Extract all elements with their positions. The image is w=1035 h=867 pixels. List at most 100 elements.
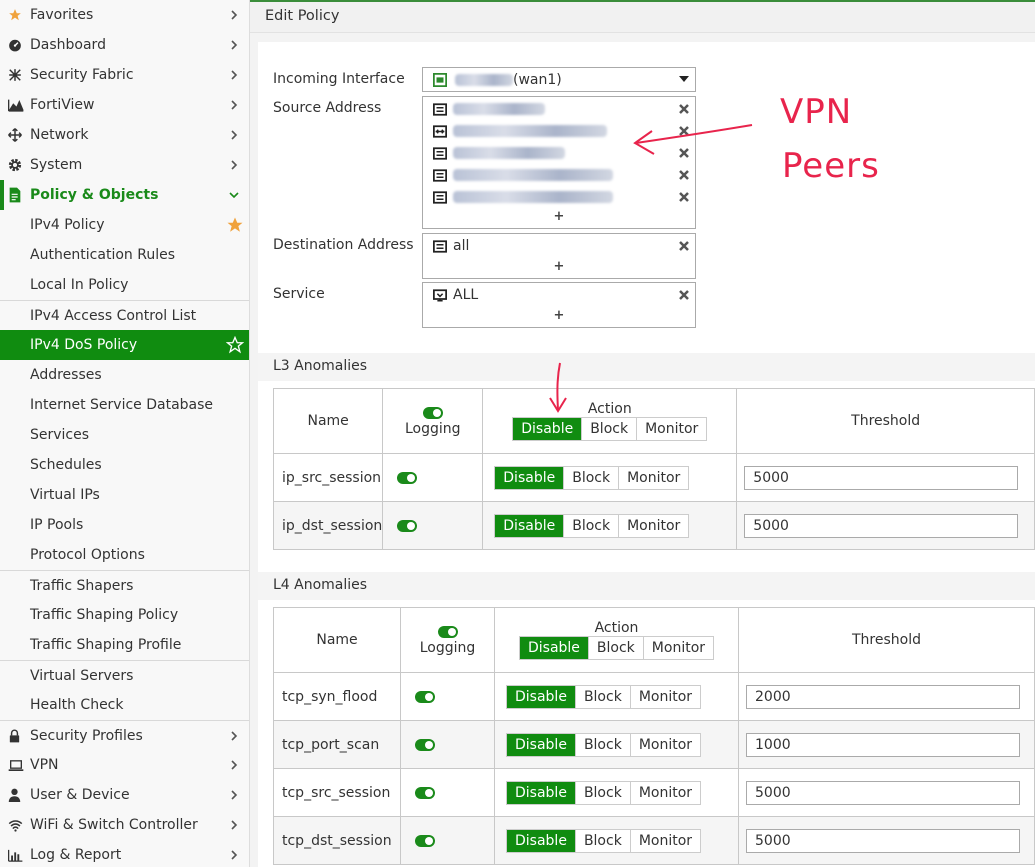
sidebar-item-services[interactable]: Services [0, 420, 249, 450]
section-title: L3 Anomalies [273, 358, 368, 374]
sidebar-item-ipv4-policy[interactable]: IPv4 Policy [0, 210, 249, 240]
add-destination-button[interactable]: + [423, 259, 695, 274]
close-icon[interactable] [678, 147, 690, 159]
close-icon[interactable] [678, 191, 690, 203]
sidebar-item-traffic-shaping-profile[interactable]: Traffic Shaping Profile [0, 630, 249, 660]
sidebar-item-favorites[interactable]: Favorites [0, 0, 249, 30]
close-icon[interactable] [678, 169, 690, 181]
sidebar-item-fortiview[interactable]: FortiView [0, 90, 249, 120]
monitor-option[interactable]: Monitor [629, 781, 701, 804]
service-field[interactable]: ALL + [422, 282, 696, 328]
disable-option[interactable]: Disable [507, 829, 575, 852]
threshold-input[interactable] [744, 513, 1019, 538]
monitor-option[interactable]: Monitor [618, 466, 689, 489]
column-header-action: Action Disable Block Monitor [494, 607, 739, 673]
close-icon[interactable] [678, 240, 690, 252]
disable-option[interactable]: Disable [513, 418, 582, 440]
star-outline-icon[interactable] [226, 336, 244, 354]
sidebar-item-vpn[interactable]: VPN [0, 750, 249, 780]
logging-toggle[interactable] [415, 786, 435, 799]
sidebar-item-ipv4-dos-policy[interactable]: IPv4 DoS Policy [0, 330, 249, 360]
logging-toggle[interactable] [415, 834, 435, 847]
sidebar-item-virtual-servers[interactable]: Virtual Servers [0, 660, 249, 690]
sidebar-item-dashboard[interactable]: Dashboard [0, 30, 249, 60]
sidebar-item-log-report[interactable]: Log & Report [0, 840, 249, 867]
sidebar-item-network[interactable]: Network [0, 120, 249, 150]
incoming-interface-select[interactable]: (wan1) [422, 67, 696, 92]
star-icon[interactable] [226, 216, 244, 234]
logging-toggle[interactable] [397, 471, 418, 484]
sidebar-item-protocol-options[interactable]: Protocol Options [0, 540, 249, 570]
disable-option[interactable]: Disable [507, 685, 575, 708]
block-option[interactable]: Block [574, 733, 630, 756]
block-option[interactable]: Block [563, 514, 619, 537]
disable-option[interactable]: Disable [495, 514, 564, 537]
sidebar-item-traffic-shapers[interactable]: Traffic Shapers [0, 570, 249, 600]
action-selector[interactable]: Disable Block Monitor [494, 465, 690, 490]
sidebar-nav: Favorites Dashboard Security Fabric Fort… [0, 0, 250, 867]
block-option[interactable]: Block [574, 781, 630, 804]
sidebar-item-label: Favorites [30, 7, 94, 23]
disable-option[interactable]: Disable [507, 781, 575, 804]
logging-toggle[interactable] [415, 738, 435, 751]
source-address-field[interactable]: + [422, 96, 696, 229]
block-option[interactable]: Block [581, 418, 637, 440]
action-selector-all[interactable]: Disable Block Monitor [518, 636, 715, 660]
action-selector[interactable]: Disable Block Monitor [506, 684, 702, 709]
threshold-input[interactable] [746, 828, 1020, 853]
action-selector-all[interactable]: Disable Block Monitor [512, 417, 708, 441]
action-label: Action [587, 401, 632, 417]
sidebar-item-ip-pools[interactable]: IP Pools [0, 510, 249, 540]
sidebar-item-virtual-ips[interactable]: Virtual IPs [0, 480, 249, 510]
threshold-input[interactable] [746, 780, 1020, 805]
monitor-option[interactable]: Monitor [636, 418, 707, 440]
destination-address-field[interactable]: all + [422, 233, 696, 279]
disable-option[interactable]: Disable [507, 733, 575, 756]
action-selector[interactable]: Disable Block Monitor [506, 828, 702, 853]
threshold-input[interactable] [746, 732, 1020, 757]
area-chart-icon [8, 98, 30, 112]
sidebar-item-schedules[interactable]: Schedules [0, 450, 249, 480]
close-icon[interactable] [678, 125, 690, 137]
close-icon[interactable] [678, 103, 690, 115]
sidebar-item-system[interactable]: System [0, 150, 249, 180]
action-selector[interactable]: Disable Block Monitor [506, 780, 702, 805]
logging-toggle[interactable] [415, 690, 435, 703]
sidebar-item-addresses[interactable]: Addresses [0, 360, 249, 390]
logging-toggle-all[interactable] [422, 407, 443, 419]
add-service-button[interactable]: + [423, 308, 695, 323]
monitor-option[interactable]: Monitor [618, 514, 689, 537]
blurred-address-name [453, 169, 613, 181]
disable-option[interactable]: Disable [495, 466, 564, 489]
block-option[interactable]: Block [587, 637, 643, 659]
action-selector[interactable]: Disable Block Monitor [506, 732, 702, 757]
monitor-option[interactable]: Monitor [629, 733, 701, 756]
logging-toggle[interactable] [397, 519, 418, 532]
sidebar-item-traffic-shaping-policy[interactable]: Traffic Shaping Policy [0, 600, 249, 630]
dashboard-icon [8, 38, 30, 52]
monitor-option[interactable]: Monitor [629, 685, 701, 708]
action-selector[interactable]: Disable Block Monitor [494, 513, 690, 538]
add-source-button[interactable]: + [423, 209, 695, 224]
logging-toggle-all[interactable] [437, 626, 458, 638]
close-icon[interactable] [678, 289, 690, 301]
threshold-input[interactable] [744, 465, 1019, 490]
monitor-option[interactable]: Monitor [629, 829, 701, 852]
sidebar-item-local-in-policy[interactable]: Local In Policy [0, 270, 249, 300]
sidebar-item-security-profiles[interactable]: Security Profiles [0, 720, 249, 750]
sidebar-item-health-check[interactable]: Health Check [0, 690, 249, 720]
sidebar-item-authentication-rules[interactable]: Authentication Rules [0, 240, 249, 270]
block-option[interactable]: Block [563, 466, 619, 489]
disable-option[interactable]: Disable [519, 637, 588, 659]
block-option[interactable]: Block [574, 829, 630, 852]
sidebar-item-wifi-switch-controller[interactable]: WiFi & Switch Controller [0, 810, 249, 840]
sidebar-item-user-device[interactable]: User & Device [0, 780, 249, 810]
block-option[interactable]: Block [574, 685, 630, 708]
threshold-input[interactable] [746, 684, 1020, 709]
sidebar-item-security-fabric[interactable]: Security Fabric [0, 60, 249, 90]
monitor-option[interactable]: Monitor [642, 637, 714, 659]
sidebar-item-internet-service-database[interactable]: Internet Service Database [0, 390, 249, 420]
page-title: Edit Policy [265, 8, 340, 24]
sidebar-item-policy-objects[interactable]: Policy & Objects [0, 180, 249, 210]
sidebar-item-ipv4-acl[interactable]: IPv4 Access Control List [0, 300, 249, 330]
